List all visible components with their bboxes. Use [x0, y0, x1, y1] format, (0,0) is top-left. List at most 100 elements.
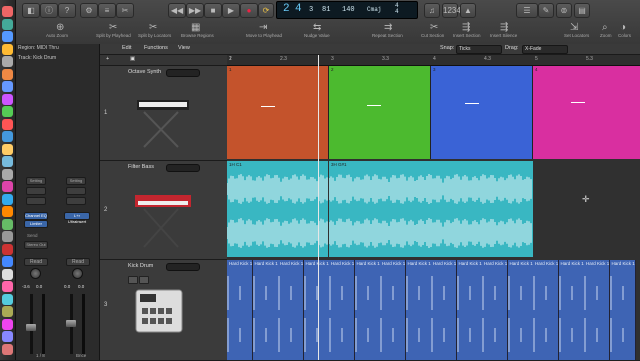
functions-menu[interactable]: Functions: [144, 45, 168, 51]
dock-app-icon[interactable]: [2, 81, 13, 92]
automation-read-left[interactable]: Read: [24, 258, 48, 266]
colors-icon[interactable]: ◑: [620, 22, 626, 33]
record-button[interactable]: ●: [240, 3, 258, 18]
dock-app-icon[interactable]: [2, 293, 13, 305]
kick-region[interactable]: Hard Kick 1: [227, 260, 253, 360]
help-button[interactable]: ?: [58, 3, 76, 18]
midi-region[interactable]: 1: [227, 66, 329, 159]
kick-region[interactable]: Hard Kick 1: [405, 260, 432, 360]
set-locators-icon[interactable]: ⇲: [570, 22, 578, 33]
dock-app-icon[interactable]: [2, 218, 13, 230]
tuner-button[interactable]: ♫: [424, 3, 440, 18]
dock-app-icon[interactable]: [2, 131, 13, 142]
kick-region[interactable]: Hard Kick 1: [482, 260, 508, 360]
stop-button[interactable]: ■: [204, 3, 222, 18]
play-button[interactable]: ▶: [222, 3, 240, 18]
kick-region[interactable]: Hard Kick 1: [380, 260, 406, 360]
kick-region[interactable]: Hard Kick 1: [252, 260, 279, 360]
count-in-button[interactable]: 1234: [442, 3, 461, 18]
midi-region[interactable]: 4: [533, 66, 640, 159]
loop-browser-button[interactable]: ⊚: [556, 3, 572, 18]
dock-app-icon[interactable]: [2, 231, 13, 242]
midi-region[interactable]: 3: [431, 66, 533, 159]
solo-button[interactable]: [139, 276, 149, 284]
inspector-button[interactable]: ⓘ: [40, 3, 58, 18]
dock-app-icon[interactable]: [2, 68, 13, 80]
kick-region[interactable]: Hard Kick 1: [533, 260, 559, 360]
track-volume[interactable]: [166, 263, 200, 271]
kick-region[interactable]: Hard Kick 1: [558, 260, 585, 360]
playhead[interactable]: [318, 55, 319, 360]
drag-select[interactable]: X-Fade: [522, 45, 568, 54]
automation-read-right[interactable]: Read: [66, 258, 90, 266]
smart-controls-button[interactable]: ⚙: [80, 3, 98, 18]
dock-app-icon[interactable]: [2, 168, 13, 180]
eq-left-slot[interactable]: [26, 187, 46, 195]
track-header-kick-drum[interactable]: 3 Kick Drum: [100, 260, 227, 361]
dock-app-icon[interactable]: [2, 156, 13, 167]
kick-region[interactable]: Hard Kick 1: [584, 260, 610, 360]
kick-region[interactable]: Hard Kick 1: [329, 260, 355, 360]
cut-section-icon[interactable]: ✂: [430, 22, 438, 33]
forward-button[interactable]: ▶▶: [186, 3, 204, 18]
dock-app-icon[interactable]: [2, 256, 13, 267]
track-name[interactable]: Kick Drum: [128, 263, 153, 269]
split-playhead-icon[interactable]: ✂: [109, 22, 117, 33]
fader-cap-left[interactable]: [26, 324, 36, 331]
dock-app-icon[interactable]: [2, 118, 13, 130]
dock-app-icon[interactable]: [2, 31, 13, 42]
notepad-button[interactable]: ✎: [538, 3, 554, 18]
insert-section-icon[interactable]: ⇶: [462, 22, 470, 33]
track-volume[interactable]: [166, 164, 200, 172]
dock-app-icon[interactable]: [2, 181, 13, 192]
limiter-slot[interactable]: Limiter: [24, 220, 48, 228]
add-track-button[interactable]: +: [106, 56, 109, 62]
track-name[interactable]: Octave Synth: [128, 69, 161, 75]
dock-app-icon[interactable]: [2, 43, 13, 55]
dock-app-icon[interactable]: [2, 206, 13, 217]
dock-app-icon[interactable]: [2, 93, 13, 105]
channel-eq-slot[interactable]: Channel EQ: [24, 212, 48, 220]
track-name[interactable]: Filter Bass: [128, 164, 154, 170]
stereo-out-slot[interactable]: Stereo Out: [24, 241, 48, 249]
dock-app-icon[interactable]: [2, 331, 13, 342]
repeat-section-icon[interactable]: ⇉: [384, 22, 392, 33]
midi-region[interactable]: 2: [329, 66, 431, 159]
dock-app-icon[interactable]: [2, 6, 13, 17]
dock-app-icon[interactable]: [2, 143, 13, 155]
input-left-slot[interactable]: [26, 197, 46, 205]
pan-knob-right[interactable]: [72, 268, 83, 279]
cycle-button[interactable]: ⟳: [258, 3, 274, 18]
mute-button[interactable]: [128, 276, 138, 284]
metronome-button[interactable]: ▲: [460, 3, 476, 18]
dock-app-icon[interactable]: [2, 306, 13, 317]
global-tracks-icon[interactable]: ▣: [130, 56, 135, 62]
nudge-value-icon[interactable]: ⇆: [313, 22, 321, 33]
library-button[interactable]: ◧: [22, 3, 40, 18]
audio-region[interactable]: 1H C1: [227, 161, 328, 257]
view-menu[interactable]: View: [178, 45, 190, 51]
dock-app-icon[interactable]: [2, 243, 13, 255]
lcd-display[interactable]: 2 4 3 81 140 Cmaj 4 4: [276, 1, 418, 19]
eq-right-slot[interactable]: [66, 187, 86, 195]
mixer-button[interactable]: ≡: [98, 3, 116, 18]
pan-knob-left[interactable]: [30, 268, 41, 279]
audio-region[interactable]: 3H G#1: [329, 161, 533, 257]
dock-app-icon[interactable]: [2, 56, 13, 67]
zoom-icon[interactable]: ⌕: [602, 22, 608, 33]
dock-app-icon[interactable]: [2, 343, 13, 355]
kick-region[interactable]: Hard Kick 1: [456, 260, 483, 360]
dock-app-icon[interactable]: [2, 281, 13, 292]
ultra-plugin-slot[interactable]: L+r Ultrainsert: [64, 212, 90, 224]
list-editors-button[interactable]: ☰: [516, 3, 538, 18]
kick-region[interactable]: Hard Kick 1: [303, 260, 330, 360]
kick-region[interactable]: Hard Kick 1: [431, 260, 457, 360]
setting-right-slot[interactable]: Setting: [66, 177, 86, 185]
auto-zoom-icon[interactable]: ⊕: [56, 22, 64, 33]
kick-region[interactable]: Hard Kick 1: [278, 260, 304, 360]
track-inspector-header[interactable]: Track: Kick Drum: [18, 55, 56, 61]
track-header-filter-bass[interactable]: 2 Filter Bass: [100, 161, 227, 260]
setting-left-slot[interactable]: Setting: [26, 177, 46, 185]
kick-region[interactable]: Hard Kick 1: [354, 260, 381, 360]
kick-region[interactable]: Hard Kick 1: [609, 260, 636, 360]
